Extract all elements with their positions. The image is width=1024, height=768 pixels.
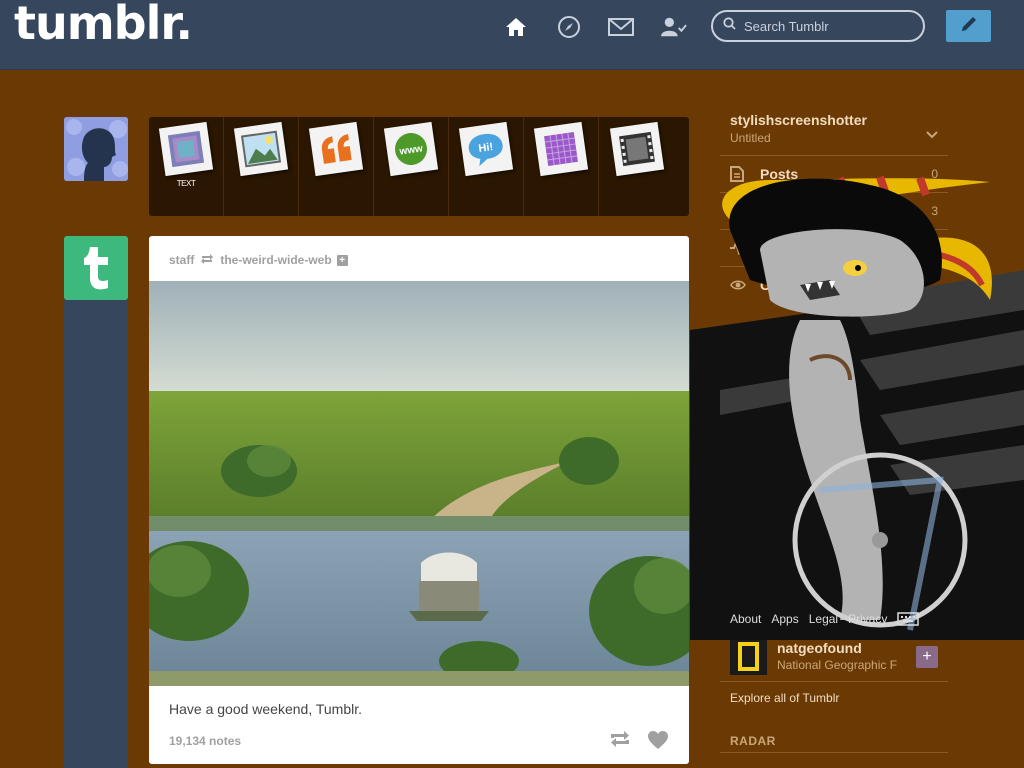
sidebar-item-posts[interactable]: Posts 0	[720, 155, 948, 192]
explore-link[interactable]: Explore all of Tumblr	[730, 691, 839, 705]
post-type-chat[interactable]: Hi!	[449, 117, 524, 216]
post-type-audio[interactable]	[524, 117, 599, 216]
post-type-link[interactable]: www	[374, 117, 449, 216]
blog-avatar	[730, 476, 767, 513]
recommended-blog-name: leasthelpful	[777, 586, 855, 602]
video-icon	[609, 121, 664, 177]
footer-link-about[interactable]: About	[730, 612, 761, 629]
sidebar-item-following[interactable]: Following 2 blogs	[720, 347, 948, 384]
footer-link-privacy[interactable]: Privacy	[848, 612, 887, 629]
footer-link-apps[interactable]: Apps	[771, 612, 798, 629]
post-type-label: TEXT	[176, 179, 196, 188]
post-type-photo[interactable]	[224, 117, 299, 216]
footer-links: About Apps Legal Privacy	[730, 612, 920, 629]
reblog-icon[interactable]	[609, 730, 631, 755]
post-author-link[interactable]: staff	[169, 253, 194, 267]
search-icon	[723, 17, 736, 35]
sidebar-item-label: Followers	[760, 203, 826, 219]
audio-icon	[533, 121, 589, 177]
chat-icon: Hi!	[458, 121, 514, 177]
eye-icon	[730, 279, 750, 291]
recommended-blog-name: wing-manning	[777, 532, 872, 548]
post-type-video[interactable]	[599, 117, 674, 216]
sidebar-item-label: Activity	[760, 240, 811, 256]
document-icon	[730, 166, 750, 182]
footer-link-legal[interactable]: Legal	[809, 612, 838, 629]
blog-name[interactable]: stylishscreenshotter	[730, 112, 867, 128]
search-input[interactable]	[744, 18, 914, 34]
post-caption: Have a good weekend, Tumblr.	[169, 701, 363, 717]
blog-avatar	[730, 530, 767, 567]
sidebar-item-find-blogs[interactable]: Find Blogs	[720, 384, 948, 421]
home-icon[interactable]	[503, 14, 529, 40]
post-header: staff the-weird-wide-web +	[169, 252, 348, 268]
activity-icon	[730, 241, 750, 255]
post-type-bar: TEXT www Hi!	[149, 117, 689, 216]
find-blogs-icon	[730, 394, 750, 412]
blog-avatar	[730, 638, 767, 675]
sidebar-item-customize[interactable]: Customize	[720, 266, 948, 303]
user-avatar[interactable]	[64, 117, 128, 181]
follow-plus-icon[interactable]: +	[916, 484, 938, 506]
blog-subtitle: Untitled	[730, 131, 771, 145]
keyboard-icon[interactable]	[897, 612, 920, 629]
sidebar-item-label: Following 2 blogs	[760, 358, 879, 374]
posts-count: 0	[931, 167, 938, 181]
pencil-icon	[959, 14, 979, 39]
recommended-blog-subtitle: Wingmanning	[777, 550, 851, 564]
follow-plus-icon[interactable]: +	[336, 254, 348, 266]
sidebar-item-label: Posts	[760, 166, 799, 182]
tumblr-logo[interactable]: tumblr.	[14, 0, 193, 50]
search-box[interactable]	[711, 10, 925, 42]
follow-plus-icon[interactable]: +	[916, 592, 938, 614]
sidebar-item-activity[interactable]: Activity	[720, 229, 948, 266]
post-type-quote[interactable]	[299, 117, 374, 216]
inbox-icon[interactable]	[608, 14, 634, 40]
sidebar-item-label: Find Blogs	[760, 395, 833, 411]
recommended-blog[interactable]: bridesthrowingcats Brides Throwing Cats …	[720, 465, 948, 519]
account-section-label: ACCOUNT	[730, 327, 794, 341]
text-icon	[158, 121, 214, 177]
svg-text:Hi!: Hi!	[478, 141, 494, 155]
chevron-down-icon[interactable]	[926, 126, 938, 144]
like-heart-icon[interactable]	[647, 730, 669, 755]
recommended-section-label: RECOMMENDED BLOGS	[730, 445, 882, 459]
followers-icon	[730, 204, 750, 218]
followers-count: 3	[931, 204, 938, 218]
reblog-small-icon	[200, 253, 214, 268]
explore-row[interactable]: Explore all of Tumblr	[720, 681, 948, 713]
explore-icon[interactable]	[556, 14, 582, 40]
staff-avatar[interactable]	[64, 236, 128, 300]
radar-section-label: RADAR	[730, 734, 776, 748]
chevron-right-icon	[931, 395, 939, 411]
sticky-avatar-column	[64, 300, 128, 768]
recommended-blog[interactable]: wing-manning Wingmanning +	[720, 519, 948, 573]
top-nav-bar: tumblr.	[0, 0, 1024, 70]
post-photo[interactable]	[149, 281, 689, 686]
post-actions	[609, 730, 669, 755]
recommended-blog-name: natgeofound	[777, 640, 862, 656]
recommended-blog[interactable]: natgeofound National Geographic F +	[720, 627, 948, 681]
reblog-source-link[interactable]: the-weird-wide-web	[220, 253, 331, 267]
notes-count[interactable]: 19,134 notes	[169, 734, 241, 748]
follow-plus-icon[interactable]: +	[916, 646, 938, 668]
quote-icon	[308, 121, 364, 177]
photo-icon	[233, 121, 289, 177]
recommended-blog-subtitle: Brides Throwing Cats	[777, 496, 892, 510]
dashboard-post: staff the-weird-wide-web + Have a good w…	[149, 236, 689, 764]
sidebar-item-followers[interactable]: Followers 3	[720, 192, 948, 229]
recommended-blog-subtitle: National Geographic F	[777, 658, 898, 672]
recommended-blog-name: bridesthrowingcats	[777, 478, 907, 494]
follow-plus-icon[interactable]: +	[916, 538, 938, 560]
link-icon: www	[383, 121, 439, 177]
following-icon	[730, 358, 750, 374]
chevron-right-icon	[931, 358, 939, 374]
account-icon[interactable]	[661, 14, 687, 40]
compose-button[interactable]	[946, 10, 991, 42]
divider	[720, 752, 948, 753]
sidebar-item-label: Customize	[760, 277, 831, 293]
post-type-text[interactable]: TEXT	[149, 117, 224, 216]
